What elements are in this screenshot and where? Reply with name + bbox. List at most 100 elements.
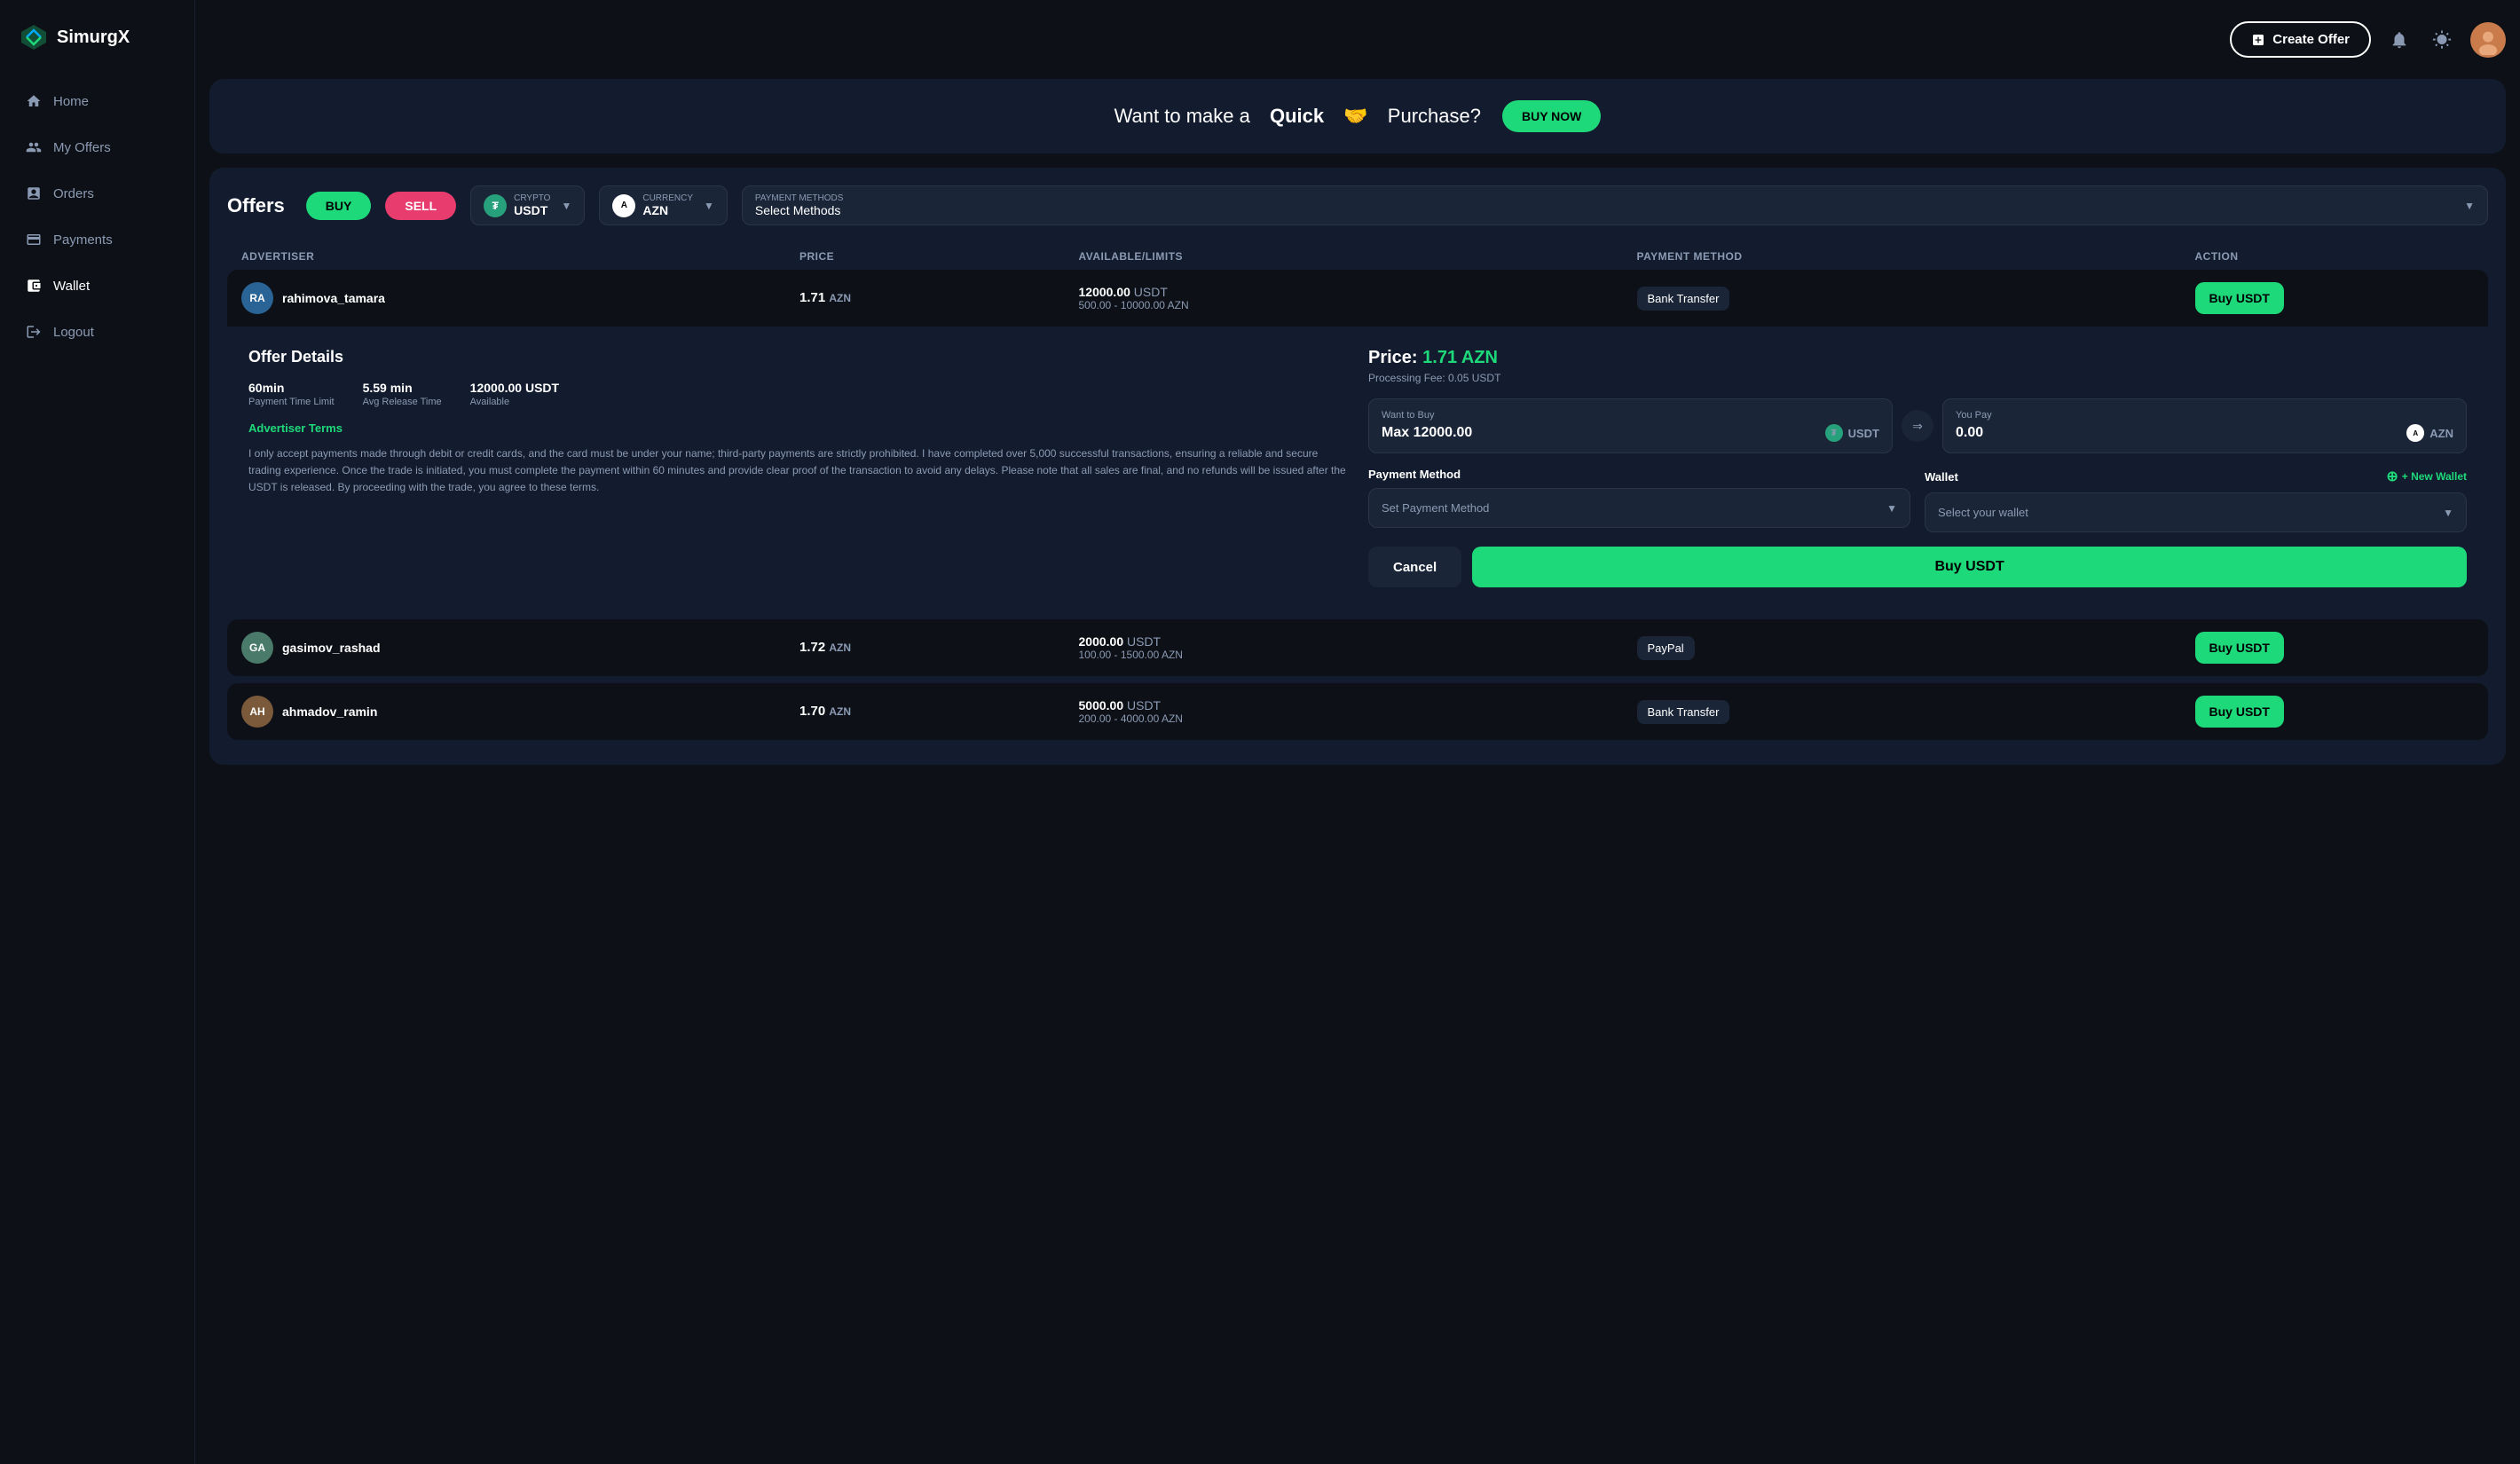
price-cell: 1.71 AZN <box>799 290 1079 306</box>
currency-value: AZN <box>642 203 693 217</box>
table-header: ADVERTISER PRICE AVAILABLE/LIMITS PAYMEN… <box>227 243 2488 270</box>
crypto-selector[interactable]: ₮ CRYPTO USDT ▼ <box>470 185 585 225</box>
main-content: Create Offer Want to make a Quick 🤝 Purc… <box>195 0 2520 1464</box>
payment-chevron-icon: ▼ <box>2464 200 2475 212</box>
terms-title: Advertiser Terms <box>248 421 1347 435</box>
available-amount: 2000.00 USDT <box>1079 634 1637 649</box>
limit-range: 500.00 - 10000.00 AZN <box>1079 299 1637 311</box>
buy-now-button[interactable]: BUY NOW <box>1502 100 1601 132</box>
advertiser-avatar: RA <box>241 282 273 314</box>
banner-emoji: 🤝 <box>1343 105 1367 128</box>
banner-bold: Quick <box>1270 105 1324 128</box>
advertiser-avatar: GA <box>241 632 273 664</box>
col-advertiser: ADVERTISER <box>241 250 799 263</box>
advertiser-name: gasimov_rashad <box>282 641 381 655</box>
sidebar-item-payments-label: Payments <box>53 232 113 248</box>
action-cell[interactable]: Buy USDT <box>2195 282 2475 314</box>
currency-label: CURRENCY <box>642 193 693 203</box>
advertiser-cell: GA gasimov_rashad <box>241 632 799 664</box>
sidebar-item-payments[interactable]: Payments <box>7 220 187 259</box>
sidebar-item-orders-label: Orders <box>53 186 94 201</box>
wallet-dropdown[interactable]: Select your wallet ▼ <box>1925 492 2467 532</box>
wallet-label: Wallet ⊕ + New Wallet <box>1925 468 2467 485</box>
available-cell: 5000.00 USDT 200.00 - 4000.00 AZN <box>1079 698 1637 725</box>
buy-tab-button[interactable]: BUY <box>306 192 372 220</box>
sidebar-item-logout[interactable]: Logout <box>7 312 187 351</box>
advertiser-name: rahimova_tamara <box>282 291 385 305</box>
user-avatar[interactable] <box>2470 22 2506 58</box>
offer-detail-panel: Offer Details 60min Payment Time Limit 5… <box>227 327 2488 609</box>
amount-inputs: Want to Buy Max 12000.00 ₮ USDT ⇒ You Pa… <box>1368 398 2467 453</box>
top-header: Create Offer <box>209 14 2506 65</box>
currency-icon: A <box>612 194 635 217</box>
sell-tab-button[interactable]: SELL <box>385 192 456 220</box>
payment-method-cell: Bank Transfer <box>1637 287 2195 311</box>
payment-method-label: Payment Method <box>1368 468 1910 481</box>
sidebar-item-home[interactable]: Home <box>7 82 187 121</box>
sidebar-item-home-label: Home <box>53 94 89 109</box>
theme-toggle-icon[interactable] <box>2428 26 2456 54</box>
limit-range: 200.00 - 4000.00 AZN <box>1079 712 1637 725</box>
price-value: 1.72 AZN <box>799 640 851 655</box>
logo: SimurgX <box>0 21 194 75</box>
limit-range: 100.00 - 1500.00 AZN <box>1079 649 1637 661</box>
want-to-buy-box[interactable]: Want to Buy Max 12000.00 ₮ USDT <box>1368 398 1893 453</box>
available-amount: 5000.00 USDT <box>1079 698 1637 712</box>
payment-methods-selector[interactable]: PAYMENT METHODS Select Methods ▼ <box>742 185 2488 225</box>
buy-button-row3[interactable]: Buy USDT <box>2195 696 2284 728</box>
table-row: RA rahimova_tamara 1.71 AZN 12000.00 USD… <box>227 270 2488 327</box>
sidebar-item-wallet[interactable]: Wallet <box>7 266 187 305</box>
notification-icon[interactable] <box>2385 26 2414 54</box>
col-payment: PAYMENT METHOD <box>1637 250 2195 263</box>
table-row: AH ahmadov_ramin 1.70 AZN 5000.00 USDT 2… <box>227 683 2488 740</box>
orders-icon <box>25 185 43 202</box>
table-row: GA gasimov_rashad 1.72 AZN 2000.00 USDT … <box>227 619 2488 676</box>
advertiser-cell: RA rahimova_tamara <box>241 282 799 314</box>
price-value: 1.70 AZN <box>799 704 851 719</box>
wallet-section: Wallet ⊕ + New Wallet Select your wallet… <box>1925 468 2467 532</box>
sidebar-item-wallet-label: Wallet <box>53 279 90 294</box>
action-buttons: Cancel Buy USDT <box>1368 547 2467 587</box>
available-cell: 2000.00 USDT 100.00 - 1500.00 AZN <box>1079 634 1637 661</box>
currency-selector[interactable]: A CURRENCY AZN ▼ <box>599 185 728 225</box>
payment-method-section: Payment Method Set Payment Method ▼ <box>1368 468 1910 532</box>
payment-method-dropdown[interactable]: Set Payment Method ▼ <box>1368 488 1910 528</box>
banner-prefix: Want to make a <box>1114 105 1250 128</box>
offer-stats: 60min Payment Time Limit 5.59 min Avg Re… <box>248 381 1347 407</box>
payment-badge: Bank Transfer <box>1637 287 1730 311</box>
advertiser-name: ahmadov_ramin <box>282 704 377 719</box>
stat-payment-time: 60min Payment Time Limit <box>248 381 335 407</box>
you-pay-box[interactable]: You Pay 0.00 A AZN <box>1942 398 2467 453</box>
col-price: PRICE <box>799 250 1079 263</box>
crypto-chevron-icon: ▼ <box>561 200 571 212</box>
sidebar-item-my-offers-label: My Offers <box>53 140 111 155</box>
buy-button-row2[interactable]: Buy USDT <box>2195 632 2284 664</box>
offers-header: Offers BUY SELL ₮ CRYPTO USDT ▼ A <box>227 185 2488 225</box>
action-cell[interactable]: Buy USDT <box>2195 632 2475 664</box>
method-wallet-row: Payment Method Set Payment Method ▼ Wall… <box>1368 468 2467 532</box>
new-wallet-button[interactable]: ⊕ + New Wallet <box>2386 468 2467 485</box>
action-cell[interactable]: Buy USDT <box>2195 696 2475 728</box>
col-available: AVAILABLE/LIMITS <box>1079 250 1637 263</box>
sidebar-item-my-offers[interactable]: My Offers <box>7 128 187 167</box>
swap-arrow-icon: ⇒ <box>1902 410 1933 442</box>
payment-badge: PayPal <box>1637 636 1695 660</box>
buy-button-row1[interactable]: Buy USDT <box>2195 282 2284 314</box>
offer-detail-right: Price: 1.71 AZN Processing Fee: 0.05 USD… <box>1368 348 2467 587</box>
cancel-button[interactable]: Cancel <box>1368 547 1461 587</box>
sidebar-item-orders[interactable]: Orders <box>7 174 187 213</box>
buy-large-button[interactable]: Buy USDT <box>1472 547 2467 587</box>
payment-methods-value: Select Methods <box>755 203 843 217</box>
quick-purchase-banner: Want to make a Quick 🤝 Purchase? BUY NOW <box>209 79 2506 153</box>
create-offer-button[interactable]: Create Offer <box>2230 21 2371 58</box>
payment-method-chevron-icon: ▼ <box>1886 502 1897 515</box>
stat-release-time: 5.59 min Avg Release Time <box>363 381 442 407</box>
processing-fee: Processing Fee: 0.05 USDT <box>1368 372 2467 384</box>
available-amount: 12000.00 USDT <box>1079 285 1637 299</box>
price-value: 1.71 AZN <box>799 290 851 305</box>
offer-detail-left: Offer Details 60min Payment Time Limit 5… <box>248 348 1347 587</box>
sidebar-item-logout-label: Logout <box>53 325 94 340</box>
advertiser-avatar: AH <box>241 696 273 728</box>
offers-icon <box>25 138 43 156</box>
offers-panel: Offers BUY SELL ₮ CRYPTO USDT ▼ A <box>209 168 2506 765</box>
